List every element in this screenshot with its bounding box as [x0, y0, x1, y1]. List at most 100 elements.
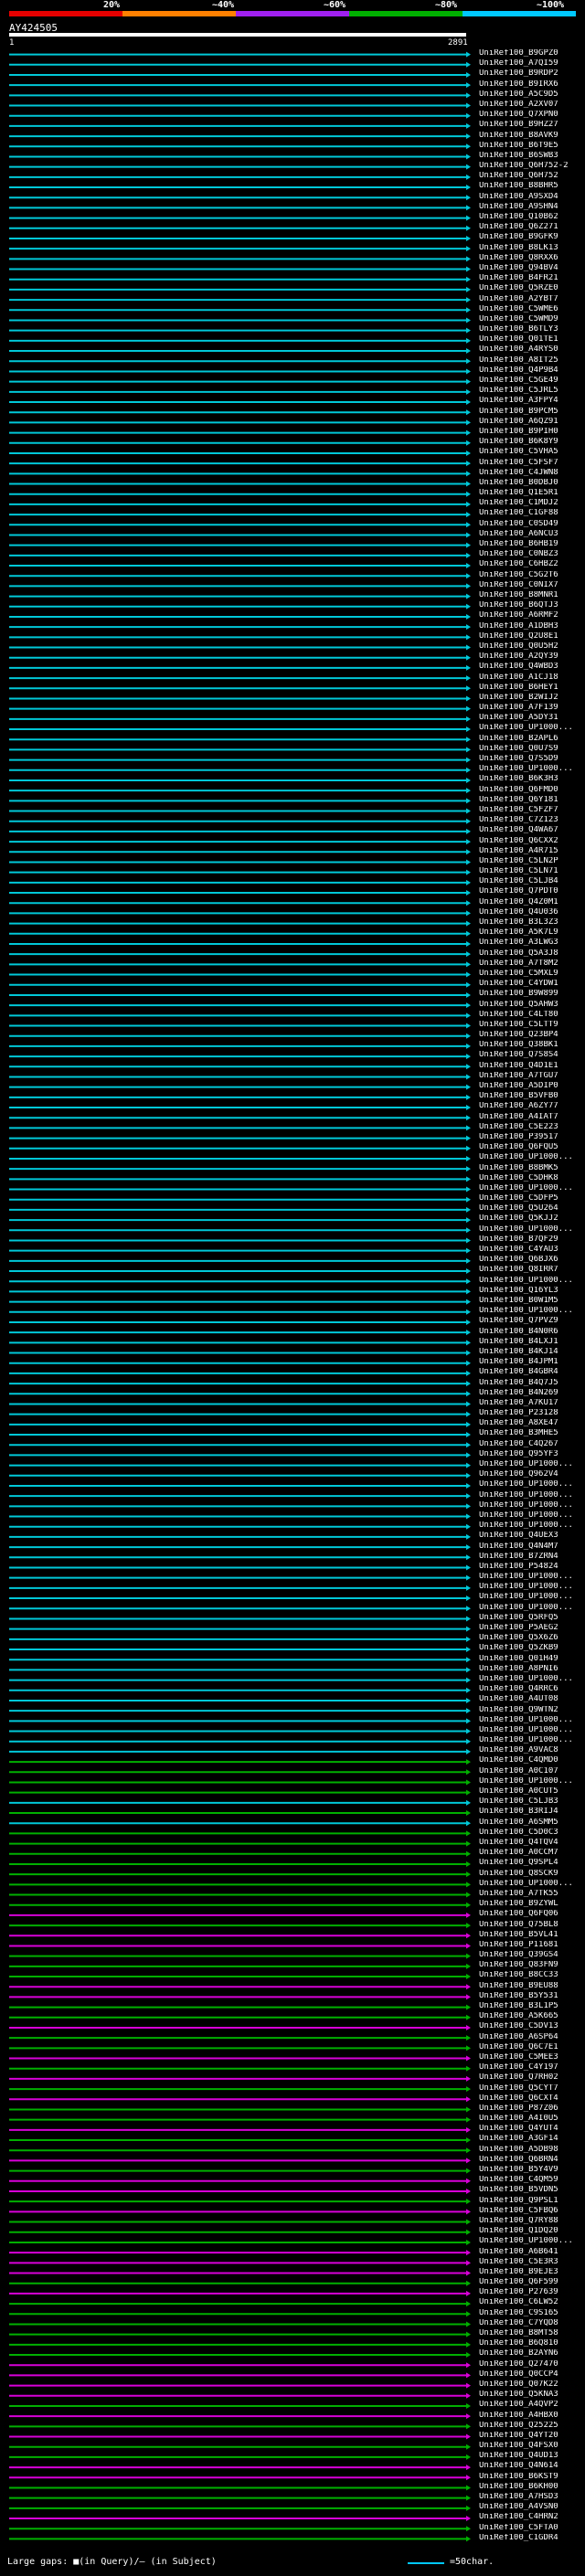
- hit-label[interactable]: UniRef100_C5LTT9: [479, 1021, 585, 1029]
- hit-label[interactable]: UniRef100_A2QY39: [479, 652, 585, 661]
- hit-label[interactable]: UniRef100_C9S165: [479, 2309, 585, 2317]
- hit-label[interactable]: UniRef100_B3RIJ4: [479, 1807, 585, 1816]
- hit-label[interactable]: UniRef100_C4YDW1: [479, 980, 585, 988]
- hit-label[interactable]: UniRef100_A6ZY77: [479, 1102, 585, 1110]
- hit-label[interactable]: UniRef100_Q1E5R1: [479, 489, 585, 497]
- hit-label[interactable]: UniRef100_C5DFP5: [479, 1194, 585, 1203]
- hit-label[interactable]: UniRef100_Q4YUT4: [479, 2125, 585, 2133]
- hit-label[interactable]: UniRef100_B6T9E5: [479, 142, 585, 150]
- hit-label[interactable]: UniRef100_C4YAU3: [479, 1246, 585, 1254]
- hit-label[interactable]: UniRef100_Q6CXT4: [479, 2094, 585, 2103]
- hit-label[interactable]: UniRef100_P54824: [479, 1563, 585, 1571]
- hit-label[interactable]: UniRef100_B9EU88: [479, 1982, 585, 1990]
- hit-label[interactable]: UniRef100_C5WME6: [479, 305, 585, 313]
- hit-label[interactable]: UniRef100_Q4Z0M1: [479, 898, 585, 906]
- hit-label[interactable]: UniRef100_Q4N614: [479, 2462, 585, 2470]
- hit-label[interactable]: UniRef100_Q25225: [479, 2422, 585, 2430]
- hit-label[interactable]: UniRef100_B6HB19: [479, 540, 585, 548]
- hit-label[interactable]: UniRef100_A5C9D5: [479, 90, 585, 99]
- hit-label[interactable]: UniRef100_UP1000...: [479, 1153, 585, 1161]
- hit-label[interactable]: UniRef100_Q6FMD0: [479, 786, 585, 794]
- hit-label[interactable]: UniRef100_UP1000...: [479, 724, 585, 732]
- hit-label[interactable]: UniRef100_A6NCU3: [479, 530, 585, 538]
- hit-label[interactable]: UniRef100_P5AEG2: [479, 1624, 585, 1632]
- hit-label[interactable]: UniRef100_Q6FQU5: [479, 1143, 585, 1151]
- hit-label[interactable]: UniRef100_UP1000...: [479, 1480, 585, 1489]
- hit-label[interactable]: UniRef100_UP1000...: [479, 1604, 585, 1612]
- hit-label[interactable]: UniRef100_A6RMF2: [479, 611, 585, 620]
- hit-label[interactable]: UniRef100_Q39GS4: [479, 1951, 585, 1959]
- hit-label[interactable]: UniRef100_C5G2T6: [479, 571, 585, 579]
- hit-label[interactable]: UniRef100_A4R715: [479, 847, 585, 855]
- hit-label[interactable]: UniRef100_Q8IRR7: [479, 1266, 585, 1274]
- hit-label[interactable]: UniRef100_Q6FQ06: [479, 1910, 585, 1918]
- hit-label[interactable]: UniRef100_A0CUT5: [479, 1787, 585, 1796]
- hit-label[interactable]: UniRef100_Q2U8E1: [479, 632, 585, 641]
- hit-label[interactable]: UniRef100_A8PNI6: [479, 1665, 585, 1673]
- hit-label[interactable]: UniRef100_C5JRL5: [479, 387, 585, 395]
- hit-label[interactable]: UniRef100_UP1000...: [479, 1573, 585, 1581]
- hit-label[interactable]: UniRef100_UP1000...: [479, 1777, 585, 1786]
- hit-label[interactable]: UniRef100_A0CCM7: [479, 1849, 585, 1857]
- hit-label[interactable]: UniRef100_C5LN71: [479, 867, 585, 875]
- hit-label[interactable]: UniRef100_B5VDN5: [479, 2186, 585, 2194]
- hit-label[interactable]: UniRef100_Q5RZE0: [479, 284, 585, 292]
- hit-label[interactable]: UniRef100_C1MDJ2: [479, 499, 585, 507]
- hit-label[interactable]: UniRef100_Q6BRN4: [479, 2156, 585, 2164]
- hit-label[interactable]: UniRef100_B8CC33: [479, 1971, 585, 1979]
- hit-label[interactable]: UniRef100_B0W1M5: [479, 1297, 585, 1305]
- hit-label[interactable]: UniRef100_Q4RRC6: [479, 1685, 585, 1693]
- hit-label[interactable]: UniRef100_C0NBZ3: [479, 550, 585, 558]
- hit-label[interactable]: UniRef100_B6HEY1: [479, 684, 585, 692]
- hit-label[interactable]: UniRef100_C5LN2P: [479, 857, 585, 865]
- hit-label[interactable]: UniRef100_B8MT58: [479, 2329, 585, 2337]
- hit-label[interactable]: UniRef100_UP1000...: [479, 1521, 585, 1530]
- hit-label[interactable]: UniRef100_C4JWN8: [479, 469, 585, 477]
- hit-label[interactable]: UniRef100_UP1000...: [479, 1501, 585, 1510]
- hit-label[interactable]: UniRef100_B8BMK5: [479, 1164, 585, 1172]
- hit-label[interactable]: UniRef100_Q5A3J8: [479, 949, 585, 958]
- hit-label[interactable]: UniRef100_Q8RXX6: [479, 254, 585, 262]
- hit-label[interactable]: UniRef100_A7TGU7: [479, 1072, 585, 1080]
- hit-label[interactable]: UniRef100_A3LWG3: [479, 938, 585, 947]
- hit-label[interactable]: UniRef100_C1GF88: [479, 509, 585, 517]
- hit-label[interactable]: UniRef100_B4FR21: [479, 274, 585, 282]
- hit-label[interactable]: UniRef100_Q7RH02: [479, 2073, 585, 2082]
- hit-label[interactable]: UniRef100_B5Y531: [479, 1992, 585, 2000]
- hit-label[interactable]: UniRef100_Q0U5H2: [479, 642, 585, 651]
- hit-label[interactable]: UniRef100_P39517: [479, 1133, 585, 1141]
- hit-label[interactable]: UniRef100_P11681: [479, 1941, 585, 1949]
- hit-label[interactable]: UniRef100_B9PCM5: [479, 408, 585, 416]
- hit-label[interactable]: UniRef100_Q5ZKB9: [479, 1644, 585, 1652]
- hit-label[interactable]: UniRef100_B5VL41: [479, 1931, 585, 1939]
- hit-label[interactable]: UniRef100_Q4WBD3: [479, 663, 585, 671]
- hit-label[interactable]: UniRef100_B4JPM1: [479, 1358, 585, 1366]
- hit-label[interactable]: UniRef100_A2XV07: [479, 101, 585, 109]
- hit-label[interactable]: UniRef100_C5D0C3: [479, 1829, 585, 1837]
- hit-label[interactable]: UniRef100_A7KU17: [479, 1399, 585, 1407]
- hit-label[interactable]: UniRef100_Q5KNA3: [479, 2390, 585, 2399]
- hit-label[interactable]: UniRef100_C5LJB3: [479, 1797, 585, 1806]
- hit-label[interactable]: UniRef100_C5WMD9: [479, 315, 585, 323]
- hit-label[interactable]: UniRef100_A6B641: [479, 2248, 585, 2256]
- hit-label[interactable]: UniRef100_A4QVP2: [479, 2401, 585, 2409]
- hit-label[interactable]: UniRef100_B2APL6: [479, 735, 585, 743]
- hit-label[interactable]: UniRef100_A2YBT7: [479, 295, 585, 303]
- hit-label[interactable]: UniRef100_UP1000...: [479, 1716, 585, 1724]
- hit-label[interactable]: UniRef100_C5MXL9: [479, 970, 585, 978]
- hit-label[interactable]: UniRef100_Q6H752: [479, 172, 585, 180]
- hit-label[interactable]: UniRef100_C5FZF7: [479, 806, 585, 814]
- hit-label[interactable]: UniRef100_B5Y4V9: [479, 2166, 585, 2174]
- hit-label[interactable]: UniRef100_C7YQD8: [479, 2319, 585, 2327]
- hit-label[interactable]: UniRef100_B2WIJ2: [479, 694, 585, 702]
- hit-label[interactable]: UniRef100_C5E223: [479, 1123, 585, 1131]
- hit-label[interactable]: UniRef100_B6KST9: [479, 2473, 585, 2481]
- hit-label[interactable]: UniRef100_B9W899: [479, 990, 585, 998]
- hit-label[interactable]: UniRef100_B9EJE3: [479, 2268, 585, 2276]
- hit-label[interactable]: UniRef100_UP1000...: [479, 1307, 585, 1315]
- hit-label[interactable]: UniRef100_B4LXJ1: [479, 1338, 585, 1346]
- hit-label[interactable]: UniRef100_A7F139: [479, 704, 585, 712]
- hit-label[interactable]: UniRef100_A1CJ18: [479, 673, 585, 682]
- hit-label[interactable]: UniRef100_A4UT08: [479, 1695, 585, 1703]
- hit-label[interactable]: UniRef100_Q01H49: [479, 1655, 585, 1663]
